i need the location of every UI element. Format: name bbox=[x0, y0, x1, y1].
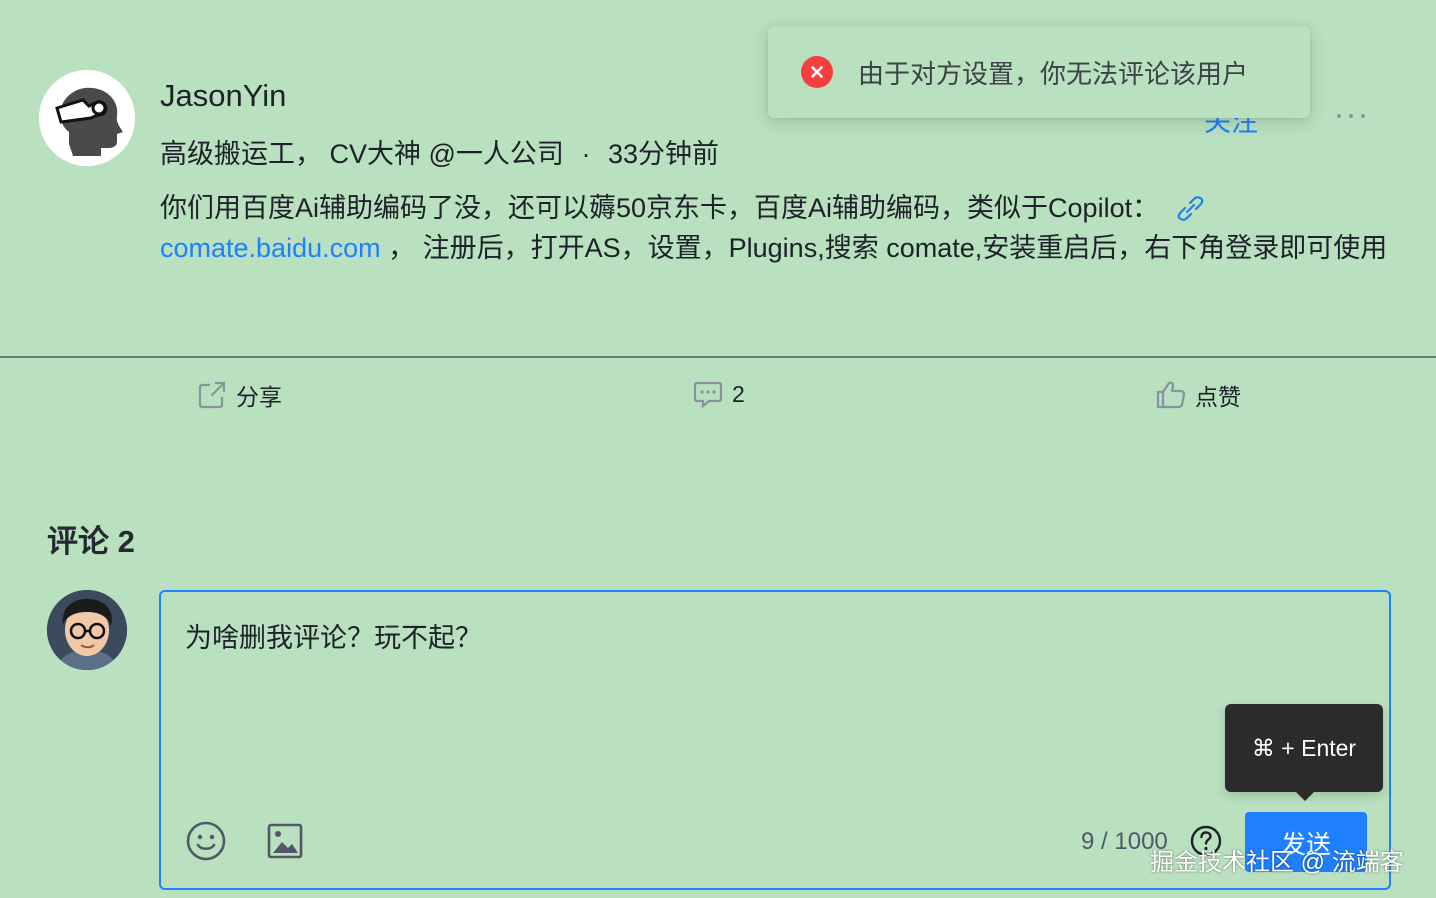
like-label: 点赞 bbox=[1195, 384, 1241, 410]
comment-input[interactable]: 为啥删我评论？玩不起？ bbox=[185, 616, 482, 655]
link-icon bbox=[1177, 196, 1204, 221]
author-title: 高级搬运工， CV大神 @一人公司 bbox=[160, 139, 564, 169]
share-icon bbox=[198, 381, 226, 409]
author-avatar-image bbox=[39, 70, 135, 166]
more-dots-icon[interactable] bbox=[1334, 104, 1368, 128]
error-circle-icon bbox=[801, 56, 833, 88]
watermark: 掘金技术社区 @ 流端客 bbox=[1150, 849, 1404, 876]
toast-message: 由于对方设置，你无法评论该用户 bbox=[858, 58, 1249, 89]
post-content: 你们用百度Ai辅助编码了没，还可以薅50京东卡，百度Ai辅助编码，类似于Copi… bbox=[160, 188, 1400, 268]
page: JasonYin 高级搬运工， CV大神 @一人公司 · 33分钟前 关注 你们… bbox=[0, 0, 1436, 898]
char-count: 9 bbox=[1081, 828, 1095, 855]
post-content-text: 你们用百度Ai辅助编码了没，还可以薅50京东卡，百度Ai辅助编码，类似于Copi… bbox=[160, 193, 1160, 223]
counter-separator: / bbox=[1094, 828, 1115, 855]
author-name[interactable]: JasonYin bbox=[160, 78, 286, 114]
shortcut-tooltip: ⌘ + Enter bbox=[1225, 704, 1383, 792]
emoji-icon[interactable] bbox=[185, 820, 227, 862]
current-user-avatar-image bbox=[47, 590, 127, 670]
share-button[interactable]: 分享 bbox=[196, 378, 282, 412]
current-user-avatar[interactable] bbox=[47, 590, 127, 670]
thumbs-up-icon bbox=[1156, 381, 1186, 409]
comments-title: 评论 2 bbox=[47, 524, 135, 559]
share-label: 分享 bbox=[236, 384, 282, 410]
comment-button[interactable]: 2 bbox=[692, 378, 745, 410]
divider bbox=[0, 356, 1436, 358]
post-time: 33分钟前 bbox=[607, 139, 719, 169]
comment-bubble-icon bbox=[693, 381, 723, 409]
post-content-text-2: ， 注册后，打开AS，设置，Plugins,搜索 comate,安装重启后，右下… bbox=[380, 233, 1388, 263]
meta-separator: · bbox=[581, 139, 591, 169]
error-toast: 由于对方设置，你无法评论该用户 bbox=[768, 26, 1310, 118]
author-meta: 高级搬运工， CV大神 @一人公司 · 33分钟前 bbox=[160, 132, 719, 171]
author-avatar[interactable] bbox=[39, 70, 135, 166]
tooltip-arrow bbox=[1294, 790, 1316, 801]
like-button[interactable]: 点赞 bbox=[1155, 378, 1241, 412]
post-content-link[interactable]: comate.baidu.com bbox=[160, 233, 381, 263]
image-icon[interactable] bbox=[266, 822, 304, 860]
comment-count: 2 bbox=[732, 380, 745, 407]
